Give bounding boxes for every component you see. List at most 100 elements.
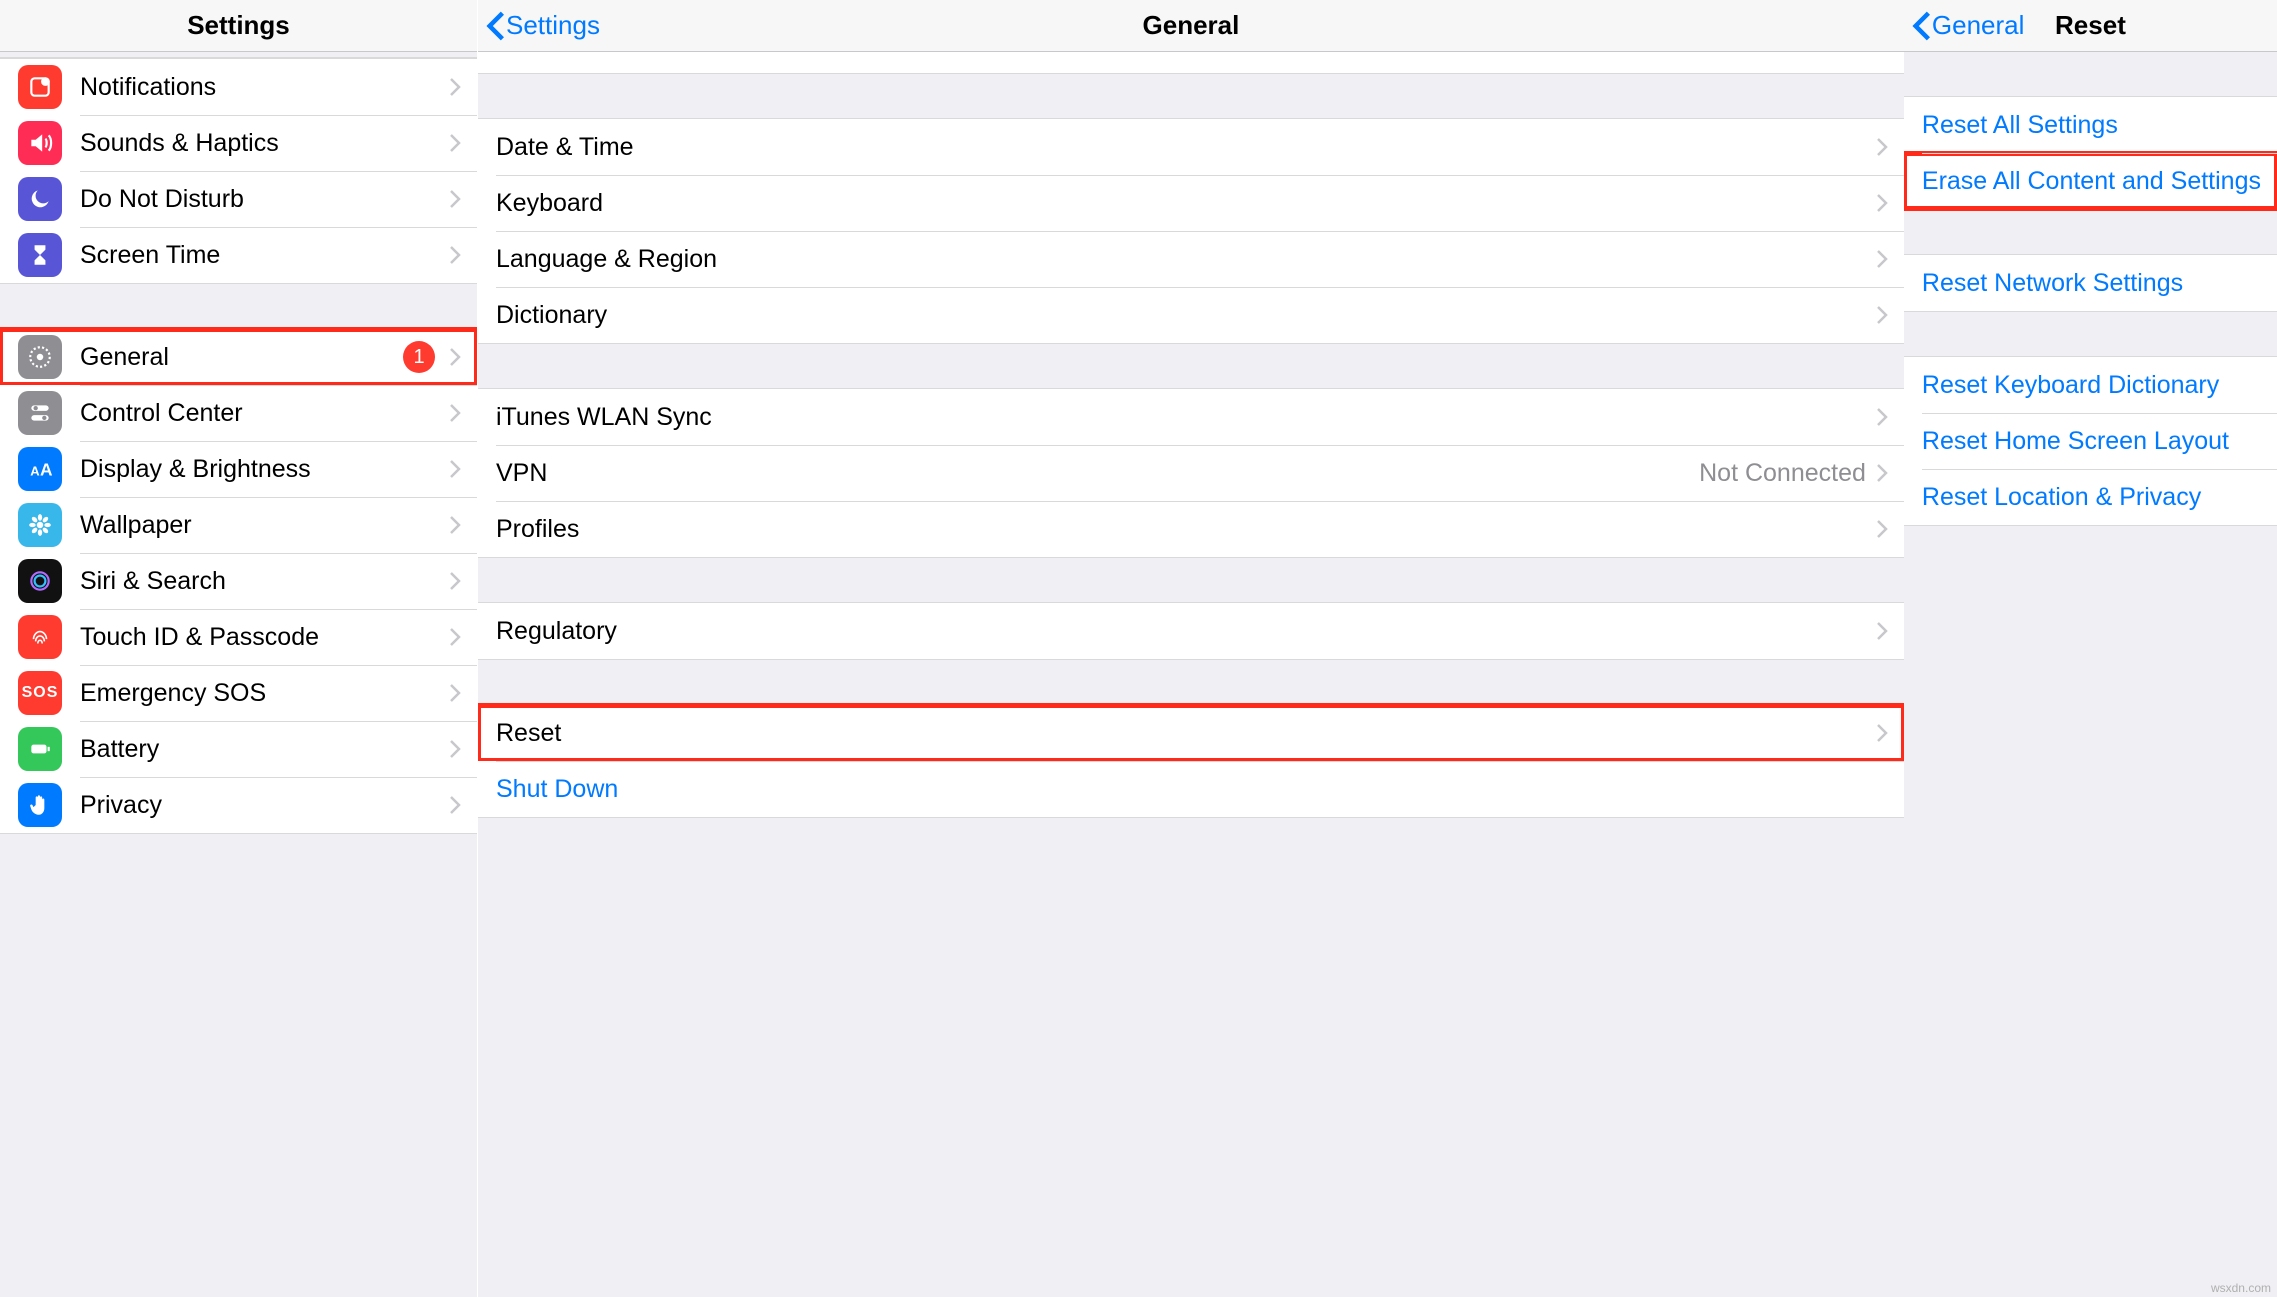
row-date-time[interactable]: Date & Time [478, 119, 1904, 175]
row-general[interactable]: General 1 [0, 329, 477, 385]
row-vpn[interactable]: VPN Not Connected [478, 445, 1904, 501]
row-label: iTunes WLAN Sync [496, 403, 1876, 432]
row-emergency-sos[interactable]: SOS Emergency SOS [0, 665, 477, 721]
general-panel: Settings General Date & Time Keyboard La… [478, 0, 1904, 1297]
chevron-right-icon [1876, 137, 1888, 157]
settings-group-a: Notifications Sounds & Haptics Do Not Di… [0, 58, 477, 284]
row-shut-down[interactable]: Shut Down [478, 761, 1904, 817]
row-touchid-passcode[interactable]: Touch ID & Passcode [0, 609, 477, 665]
row-reset-home-screen-layout[interactable]: Reset Home Screen Layout [1904, 413, 2277, 469]
row-label: Profiles [496, 515, 1876, 544]
row-regulatory[interactable]: Regulatory [478, 603, 1904, 659]
gear-icon [18, 335, 62, 379]
row-label: Do Not Disturb [80, 185, 449, 214]
chevron-right-icon [449, 683, 461, 703]
row-profiles[interactable]: Profiles [478, 501, 1904, 557]
settings-panel: Settings Notifications Sounds & Haptics … [0, 0, 478, 1297]
chevron-right-icon [449, 347, 461, 367]
nav-title: Settings [0, 10, 477, 41]
chevron-right-icon [449, 459, 461, 479]
row-display-brightness[interactable]: AA Display & Brightness [0, 441, 477, 497]
siri-icon [18, 559, 62, 603]
row-detail: Not Connected [1699, 459, 1866, 488]
row-wallpaper[interactable]: Wallpaper [0, 497, 477, 553]
row-reset[interactable]: Reset [478, 705, 1904, 761]
row-label: Dictionary [496, 301, 1876, 330]
row-label: Notifications [80, 73, 449, 102]
fingerprint-icon [18, 615, 62, 659]
chevron-right-icon [449, 739, 461, 759]
chevron-right-icon [449, 571, 461, 591]
toggles-icon [18, 391, 62, 435]
back-label: Settings [506, 10, 600, 41]
notifications-icon [18, 65, 62, 109]
row-privacy[interactable]: Privacy [0, 777, 477, 833]
row-sounds-haptics[interactable]: Sounds & Haptics [0, 115, 477, 171]
row-battery[interactable]: Battery [0, 721, 477, 777]
row-label: Privacy [80, 791, 449, 820]
hourglass-icon [18, 233, 62, 277]
row-screen-time[interactable]: Screen Time [0, 227, 477, 283]
battery-icon [18, 727, 62, 771]
row-language-region[interactable]: Language & Region [478, 231, 1904, 287]
row-label: Siri & Search [80, 567, 449, 596]
row-itunes-wlan-sync[interactable]: iTunes WLAN Sync [478, 389, 1904, 445]
row-reset-all-settings[interactable]: Reset All Settings [1904, 97, 2277, 153]
row-label: Control Center [80, 399, 449, 428]
row-label: Erase All Content and Settings [1922, 167, 2261, 196]
row-control-center[interactable]: Control Center [0, 385, 477, 441]
svg-text:A: A [30, 464, 40, 479]
row-erase-all-content[interactable]: Erase All Content and Settings [1904, 153, 2277, 209]
row-label: Battery [80, 735, 449, 764]
row-reset-network-settings[interactable]: Reset Network Settings [1904, 255, 2277, 311]
row-label: Reset Network Settings [1922, 269, 2261, 298]
chevron-right-icon [449, 515, 461, 535]
back-button[interactable]: General [1904, 10, 2025, 42]
row-do-not-disturb[interactable]: Do Not Disturb [0, 171, 477, 227]
nav-bar: Settings [0, 0, 477, 52]
chevron-right-icon [449, 133, 461, 153]
chevron-right-icon [1876, 249, 1888, 269]
row-reset-keyboard-dictionary[interactable]: Reset Keyboard Dictionary [1904, 357, 2277, 413]
row-dictionary[interactable]: Dictionary [478, 287, 1904, 343]
chevron-right-icon [449, 189, 461, 209]
row-label: Display & Brightness [80, 455, 449, 484]
row-label: Regulatory [496, 617, 1876, 646]
row-label: Sounds & Haptics [80, 129, 449, 158]
back-label: General [1932, 10, 2025, 41]
row-siri-search[interactable]: Siri & Search [0, 553, 477, 609]
nav-bar: General Reset [1904, 0, 2277, 52]
nav-title: General [478, 10, 1904, 41]
chevron-right-icon [449, 795, 461, 815]
chevron-left-icon [1912, 10, 1932, 42]
row-label: Reset Keyboard Dictionary [1922, 371, 2261, 400]
row-label: Reset All Settings [1922, 111, 2261, 140]
row-keyboard[interactable]: Keyboard [478, 175, 1904, 231]
row-label: General [80, 343, 403, 372]
row-label: Date & Time [496, 133, 1876, 162]
chevron-right-icon [1876, 305, 1888, 325]
chevron-right-icon [1876, 519, 1888, 539]
back-button[interactable]: Settings [478, 10, 600, 42]
svg-text:A: A [40, 460, 53, 480]
moon-icon [18, 177, 62, 221]
chevron-right-icon [1876, 723, 1888, 743]
chevron-right-icon [449, 403, 461, 423]
chevron-right-icon [449, 627, 461, 647]
text-size-icon: AA [18, 447, 62, 491]
chevron-right-icon [449, 77, 461, 97]
sounds-icon [18, 121, 62, 165]
sos-icon: SOS [18, 671, 62, 715]
chevron-right-icon [1876, 193, 1888, 213]
row-label: Reset Location & Privacy [1922, 483, 2261, 512]
row-label: Emergency SOS [80, 679, 449, 708]
row-notifications[interactable]: Notifications [0, 59, 477, 115]
chevron-left-icon [486, 10, 506, 42]
row-label: VPN [496, 459, 1699, 488]
row-label: Shut Down [496, 775, 1888, 804]
row-reset-location-privacy[interactable]: Reset Location & Privacy [1904, 469, 2277, 525]
row-label: Keyboard [496, 189, 1876, 218]
row-label: Screen Time [80, 241, 449, 270]
row-label: Touch ID & Passcode [80, 623, 449, 652]
row-label: Wallpaper [80, 511, 449, 540]
